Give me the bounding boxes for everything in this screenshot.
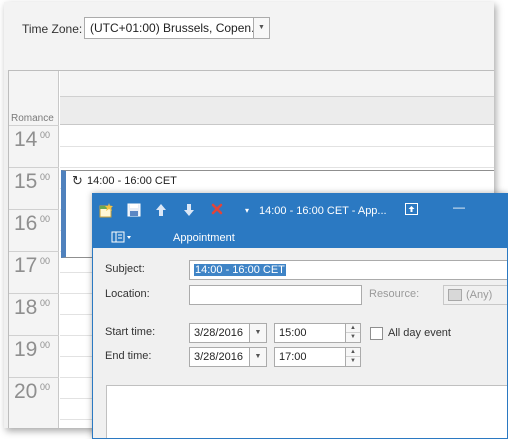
quick-access-customize-icon[interactable]: ▾: [245, 206, 249, 215]
restore-ribbon-icon[interactable]: [405, 203, 418, 218]
minute-label: 00: [40, 214, 51, 224]
resource-select[interactable]: (Any): [443, 285, 507, 305]
recurrence-icon: ↻: [72, 173, 83, 188]
delete-icon[interactable]: [211, 203, 223, 218]
time-ruler: Romance 14 00 15 00 16 00 17 00 18 00 19…: [9, 71, 59, 428]
file-menu-icon[interactable]: [111, 231, 133, 246]
end-time-value: 17:00: [279, 351, 307, 363]
minute-label: 00: [40, 130, 51, 140]
subject-field[interactable]: 14:00 - 16:00 CET: [189, 260, 507, 280]
new-appointment-icon[interactable]: [99, 203, 114, 221]
subject-value: 14:00 - 16:00 CET: [194, 264, 286, 276]
spin-down-icon[interactable]: ▼: [346, 333, 360, 342]
start-time-field[interactable]: 15:00 ▲ ▼: [274, 323, 361, 343]
ribbon-tabs: Appointment: [93, 228, 507, 248]
hour-label: 15: [14, 170, 38, 193]
hour-cell: 14 00: [9, 125, 59, 167]
location-label: Location:: [105, 288, 150, 300]
save-icon[interactable]: [127, 203, 141, 220]
hour-cell: 19 00: [9, 335, 59, 377]
timezone-select[interactable]: (UTC+01:00) Brussels, Copen... ▼: [84, 17, 270, 39]
end-time-label: End time:: [105, 350, 152, 362]
timezone-value: (UTC+01:00) Brussels, Copen...: [90, 21, 262, 35]
time-slot[interactable]: [60, 146, 494, 147]
time-slot[interactable]: [60, 167, 494, 168]
resource-value: (Any): [466, 289, 493, 301]
time-spinner[interactable]: ▲ ▼: [345, 324, 360, 342]
dialog-titlebar: ▾ 14:00 - 16:00 CET - App... —: [93, 194, 507, 228]
minute-label: 00: [40, 172, 51, 182]
end-time-field[interactable]: 17:00 ▲ ▼: [274, 347, 361, 367]
hour-label: 14: [14, 128, 38, 151]
dialog-title: 14:00 - 16:00 CET - App...: [259, 205, 387, 217]
hour-label: 18: [14, 296, 38, 319]
hour-label: 16: [14, 212, 38, 235]
previous-arrow-icon[interactable]: [155, 203, 167, 220]
resource-label: Resource:: [369, 288, 420, 300]
hour-cell: 18 00: [9, 293, 59, 335]
minute-label: 00: [40, 382, 51, 392]
appointment-form: Subject: 14:00 - 16:00 CET Location: Res…: [93, 248, 507, 438]
start-time-value: 15:00: [279, 327, 307, 339]
hour-label: 19: [14, 338, 38, 361]
hour-cell: 15 00: [9, 167, 59, 209]
chevron-down-icon[interactable]: ▼: [249, 348, 266, 366]
time-spinner[interactable]: ▲ ▼: [345, 348, 360, 366]
day-header[interactable]: [60, 71, 494, 97]
next-arrow-icon[interactable]: [183, 203, 195, 220]
appointment-dialog: ▾ 14:00 - 16:00 CET - App... — Appointme…: [92, 193, 508, 439]
minute-label: 00: [40, 256, 51, 266]
end-date-field[interactable]: 3/28/2016 ▼: [189, 347, 267, 367]
minimize-icon[interactable]: —: [453, 200, 465, 214]
chevron-down-icon[interactable]: ▼: [253, 18, 269, 38]
all-day-area[interactable]: [60, 97, 494, 125]
hour-cell: 16 00: [9, 209, 59, 251]
minute-label: 00: [40, 298, 51, 308]
timezone-label: Time Zone:: [22, 22, 83, 36]
appointment-text: 14:00 - 16:00 CET: [87, 175, 177, 187]
end-date-value: 3/28/2016: [194, 351, 243, 363]
subject-label: Subject:: [105, 263, 145, 275]
location-field[interactable]: [189, 285, 362, 305]
start-date-value: 3/28/2016: [194, 327, 243, 339]
hour-label: 20: [14, 380, 38, 403]
timezone-bar: Time Zone: (UTC+01:00) Brussels, Copen..…: [4, 2, 494, 70]
resource-color-swatch: [448, 289, 462, 302]
all-day-label: All day event: [388, 327, 451, 339]
start-date-field[interactable]: 3/28/2016 ▼: [189, 323, 267, 343]
all-day-checkbox[interactable]: [370, 327, 383, 340]
hour-cell: 17 00: [9, 251, 59, 293]
minute-label: 00: [40, 340, 51, 350]
spin-up-icon[interactable]: ▲: [346, 348, 360, 357]
spin-up-icon[interactable]: ▲: [346, 324, 360, 333]
spin-down-icon[interactable]: ▼: [346, 357, 360, 366]
start-time-label: Start time:: [105, 326, 156, 338]
hour-label: 17: [14, 254, 38, 277]
description-editor[interactable]: [106, 385, 507, 438]
hour-cell: 20 00: [9, 377, 59, 419]
chevron-down-icon[interactable]: ▼: [249, 324, 266, 342]
time-ruler-caption: Romance: [11, 113, 54, 124]
tab-appointment[interactable]: Appointment: [173, 232, 235, 244]
